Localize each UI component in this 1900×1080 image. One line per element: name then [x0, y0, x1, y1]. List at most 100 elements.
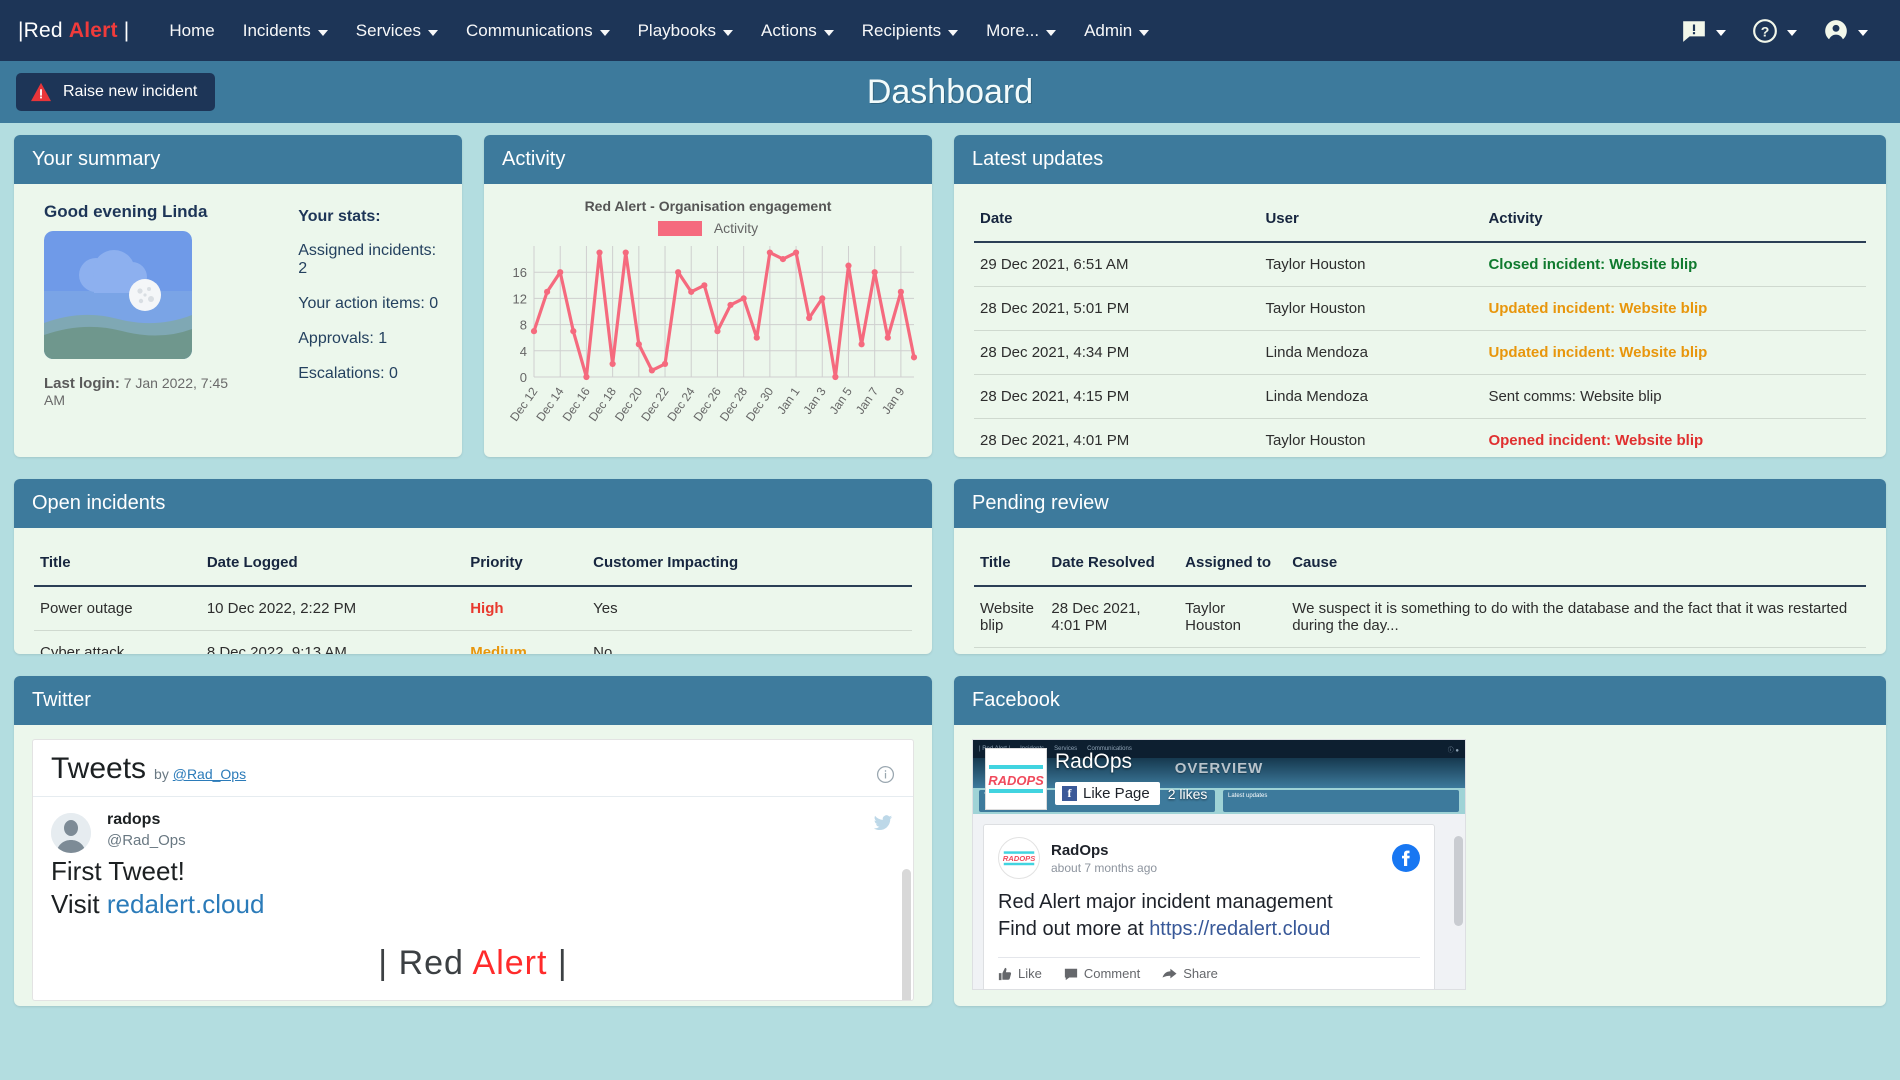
chart-legend: Activity [494, 220, 922, 236]
facebook-post-line-2: Find out more at https://redalert.cloud [998, 916, 1420, 943]
tweet-line-1: First Tweet! [51, 855, 895, 888]
panel-title-activity: Activity [484, 135, 932, 184]
tweet-image-redalert: | Red Alert | [51, 944, 895, 983]
navbar-right-icons: ? [1681, 18, 1882, 44]
chart-canvas: 0481216Dec 12Dec 14Dec 16Dec 18Dec 20Dec… [494, 238, 922, 443]
nav-item-recipients[interactable]: Recipients [848, 15, 972, 47]
table-row[interactable]: Power outage10 Dec 2022, 2:22 PMHighYes [34, 586, 912, 631]
page-title: Dashboard [0, 73, 1900, 112]
cell-activity: Updated incident: Website blip [1482, 287, 1866, 331]
account-menu[interactable] [1823, 18, 1868, 44]
table-row[interactable]: Cyber attack8 Dec 2022, 9:13 AMMediumNo [34, 631, 912, 655]
nav-label: Home [169, 21, 214, 41]
panel-open-incidents: Open incidents Title Date Logged Priorit… [14, 479, 932, 654]
facebook-logo-icon [1392, 844, 1420, 872]
stat-approvals: Approvals: 1 [298, 330, 440, 348]
facebook-post-line-1: Red Alert major incident management [998, 889, 1420, 916]
chevron-down-icon [948, 30, 958, 36]
facebook-post-link[interactable]: https://redalert.cloud [1149, 918, 1330, 940]
cell-date-resolved: 28 Dec 2021, 4:01 PM [1045, 586, 1179, 648]
last-login-label: Last login: [44, 375, 120, 392]
top-navbar: |Red Alert | Home Incidents Services Com… [0, 0, 1900, 61]
facebook-widget: | Red Alert | Incidents Services Communi… [972, 739, 1466, 990]
facebook-scrollbar-thumb[interactable] [1454, 836, 1463, 926]
nav-item-communications[interactable]: Communications [452, 15, 624, 47]
nav-label: Incidents [243, 21, 311, 41]
facebook-share-action[interactable]: Share [1162, 966, 1218, 981]
chevron-down-icon [318, 30, 328, 36]
table-row[interactable]: Website blip28 Dec 2021, 4:01 PMTaylor H… [974, 586, 1866, 648]
table-row[interactable]: 28 Dec 2021, 4:15 PMLinda MendozaSent co… [974, 375, 1866, 419]
table-header-row: Title Date Resolved Assigned to Cause [974, 544, 1866, 586]
tweet-author: radops @Rad_Ops [107, 811, 895, 849]
greeting-text: Good evening Linda [44, 202, 250, 222]
chevron-down-icon [600, 30, 610, 36]
nav-label: Admin [1084, 21, 1132, 41]
facebook-like-action[interactable]: Like [998, 966, 1042, 981]
panel-title-pending-review: Pending review [954, 479, 1886, 528]
svg-text:RADOPS: RADOPS [1003, 854, 1036, 863]
summary-stats: Your stats: Assigned incidents: 2 Your a… [250, 202, 440, 408]
facebook-post-header: RADOPS RadOps about 7 months ago [998, 837, 1420, 879]
nav-item-home[interactable]: Home [155, 15, 228, 47]
raise-new-incident-button[interactable]: Raise new incident [16, 73, 215, 111]
legend-swatch-activity [658, 221, 702, 236]
cell-user: Taylor Houston [1259, 419, 1482, 458]
help-menu[interactable]: ? [1752, 18, 1797, 44]
twitter-by-label: by [154, 766, 169, 782]
summary-left: Good evening Linda [44, 202, 250, 408]
nav-item-services[interactable]: Services [342, 15, 452, 47]
cell-activity: Opened incident: Website blip [1482, 419, 1866, 458]
nav-item-more[interactable]: More... [972, 15, 1070, 47]
facebook-feed: RADOPS RadOps about 7 months ago [973, 814, 1465, 989]
nav-item-incidents[interactable]: Incidents [229, 15, 342, 47]
column-date-resolved: Date Resolved [1045, 544, 1179, 586]
cell-date: 29 Dec 2021, 6:51 AM [974, 242, 1259, 287]
cell-date: 28 Dec 2021, 4:34 PM [974, 331, 1259, 375]
cell-title: Cyber attack [34, 631, 201, 655]
legend-label-activity: Activity [714, 220, 758, 236]
cell-customer-impacting: Yes [587, 586, 912, 631]
cell-activity: Updated incident: Website blip [1482, 331, 1866, 375]
cover-mini-panel-updates: Latest updates [1223, 790, 1459, 812]
summary-body: Good evening Linda [14, 184, 462, 422]
facebook-like-label: Like [1018, 966, 1042, 981]
stat-escalations: Escalations: 0 [298, 365, 440, 383]
page-titlebar: Raise new incident Dashboard [0, 61, 1900, 123]
facebook-like-page-button[interactable]: f Like Page [1055, 782, 1160, 805]
thumbs-up-icon [998, 967, 1012, 981]
panel-title-twitter: Twitter [14, 676, 932, 725]
facebook-scrollbar[interactable] [1454, 822, 1463, 989]
radops-logo-icon: RADOPS [987, 759, 1045, 799]
stats-title: Your stats: [298, 208, 440, 226]
tweet-scrollbar[interactable] [902, 855, 911, 995]
open-incidents-table: Title Date Logged Priority Customer Impa… [34, 544, 912, 654]
brand-logo[interactable]: |Red Alert | [18, 19, 129, 43]
tweet-scrollbar-thumb[interactable] [902, 869, 911, 1001]
announcement-menu[interactable] [1681, 18, 1726, 44]
table-row[interactable]: 28 Dec 2021, 4:01 PMTaylor HoustonOpened… [974, 419, 1866, 458]
stat-assigned-incidents: Assigned incidents: 2 [298, 242, 440, 278]
table-row[interactable]: 29 Dec 2021, 6:51 AMTaylor HoustonClosed… [974, 242, 1866, 287]
dashboard-grid: Your summary Good evening Linda [0, 123, 1900, 1040]
column-title: Title [34, 544, 201, 586]
avatar [51, 813, 91, 853]
nav-item-admin[interactable]: Admin [1070, 15, 1163, 47]
chevron-down-icon [1716, 30, 1726, 36]
brand-bar-right: | [124, 19, 130, 42]
twitter-widget: Tweets by @Rad_Ops [32, 739, 914, 1001]
twitter-widget-byline: by @Rad_Ops [154, 766, 246, 782]
cell-priority: Medium [464, 631, 587, 655]
twitter-handle-link[interactable]: @Rad_Ops [173, 766, 246, 782]
nav-item-playbooks[interactable]: Playbooks [624, 15, 747, 47]
table-row[interactable]: 28 Dec 2021, 4:34 PMLinda MendozaUpdated… [974, 331, 1866, 375]
tweet-link[interactable]: redalert.cloud [107, 889, 265, 919]
info-icon[interactable] [876, 765, 895, 784]
activity-chart: Red Alert - Organisation engagement Acti… [484, 184, 932, 454]
facebook-comment-action[interactable]: Comment [1064, 966, 1140, 981]
nav-label: Playbooks [638, 21, 716, 41]
chevron-down-icon [1046, 30, 1056, 36]
facebook-post-meta: RadOps about 7 months ago [1051, 842, 1157, 875]
nav-item-actions[interactable]: Actions [747, 15, 848, 47]
table-row[interactable]: 28 Dec 2021, 5:01 PMTaylor HoustonUpdate… [974, 287, 1866, 331]
